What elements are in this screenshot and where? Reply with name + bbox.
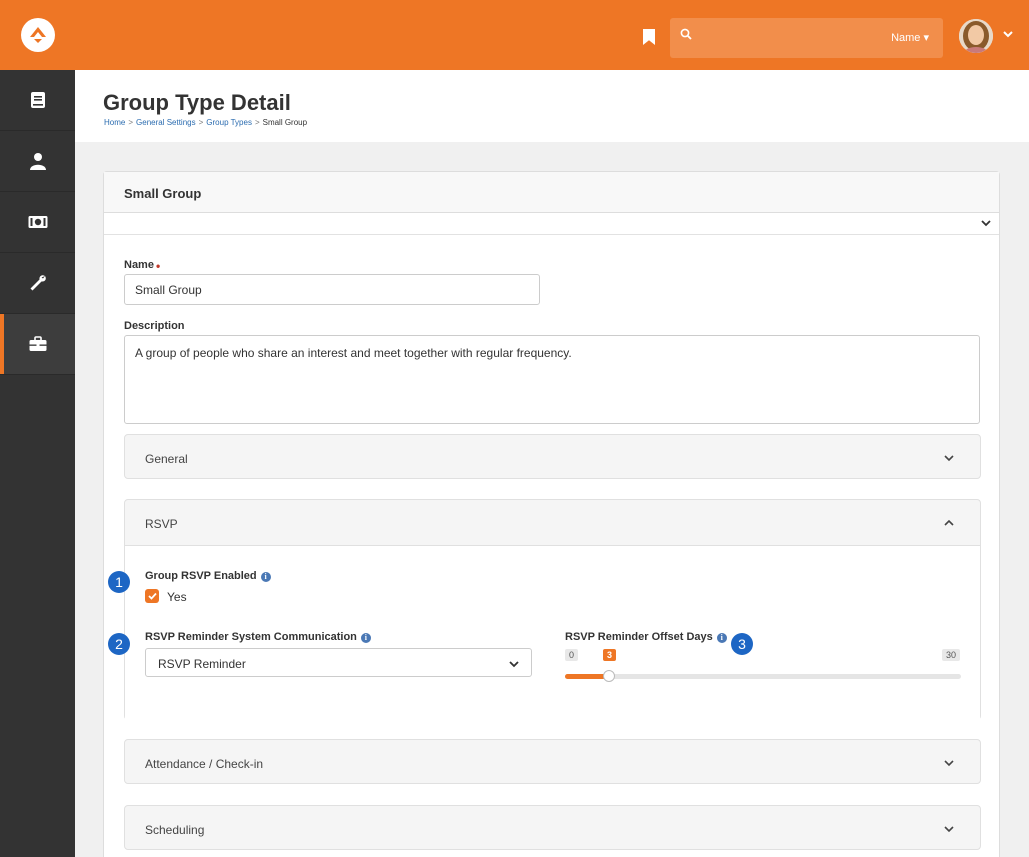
briefcase-icon: [29, 336, 46, 351]
rsvp-enabled-checkbox[interactable]: [145, 589, 159, 603]
callout-1: 1: [108, 571, 130, 593]
breadcrumb-home[interactable]: Home: [104, 118, 125, 127]
money-icon: [28, 216, 47, 228]
reminder-comm-label: RSVP Reminder System Communication i: [145, 631, 371, 643]
page-title: Group Type Detail: [103, 90, 291, 115]
slider-handle[interactable]: [603, 670, 615, 682]
rsvp-enabled-label: Group RSVP Enabled i: [145, 570, 271, 582]
required-indicator: •: [155, 259, 161, 273]
rock-logo[interactable]: [0, 0, 75, 70]
section-attendance-title: Attendance / Check-in: [145, 757, 264, 771]
sidebar-item-finance[interactable]: [0, 192, 75, 253]
name-label: Name •: [124, 259, 161, 273]
breadcrumb-current: Small Group: [262, 118, 308, 127]
info-icon[interactable]: i: [716, 633, 727, 643]
reminder-comm-value: RSVP Reminder: [158, 657, 246, 671]
chevron-down-icon: [944, 760, 954, 767]
chevron-down-icon: [509, 661, 519, 668]
sidebar-item-books[interactable]: [0, 70, 75, 131]
name-field[interactable]: [124, 274, 540, 305]
callout-3: 3: [731, 633, 753, 655]
sidebar: [0, 70, 75, 857]
section-rsvp-title[interactable]: RSVP: [145, 517, 178, 531]
chevron-down-icon[interactable]: [1003, 30, 1013, 38]
check-icon: [147, 592, 157, 600]
offset-days-label: RSVP Reminder Offset Days i: [565, 631, 727, 643]
sidebar-item-admin[interactable]: [0, 314, 75, 375]
section-scheduling-title: Scheduling: [145, 823, 205, 837]
section-rsvp: RSVP Group RSVP Enabled i Yes RSVP Remind…: [124, 499, 981, 720]
sidebar-item-people[interactable]: [0, 131, 75, 192]
chevron-down-icon: [944, 826, 954, 833]
chevron-down-icon: [944, 455, 954, 462]
slider-max-label: 30: [942, 649, 961, 661]
breadcrumb-group-types[interactable]: Group Types: [206, 118, 252, 127]
section-general-title: General: [145, 452, 188, 466]
page-header: Group Type Detail Home > General Settings >…: [75, 70, 1029, 142]
search-filter-dropdown[interactable]: Name ▾: [891, 31, 929, 44]
top-bar: Name ▾: [0, 0, 1029, 70]
logo-icon: [20, 18, 55, 52]
book-icon: [30, 92, 45, 108]
panel-collapse-bar[interactable]: [104, 213, 999, 235]
slider-min-label: 0: [565, 649, 579, 661]
rsvp-body: Group RSVP Enabled i Yes RSVP Reminder Sy…: [125, 545, 980, 720]
chevron-down-icon: [981, 220, 991, 227]
wrench-icon: [30, 275, 46, 291]
sidebar-item-tools[interactable]: [0, 253, 75, 314]
description-field[interactable]: A group of people who share an interest …: [124, 335, 980, 424]
section-general[interactable]: General: [124, 434, 981, 479]
rsvp-enabled-option[interactable]: Yes: [167, 590, 187, 604]
breadcrumb-general-settings[interactable]: General Settings: [136, 118, 196, 127]
info-icon[interactable]: i: [360, 633, 371, 643]
panel-heading: Small Group: [104, 172, 999, 213]
search-filter-label: Name: [891, 32, 921, 44]
reminder-comm-select[interactable]: RSVP Reminder: [145, 648, 532, 677]
search-bar[interactable]: Name ▾: [670, 18, 943, 58]
slider-value-label: 3: [603, 649, 617, 661]
breadcrumb: Home > General Settings > Group Types > Small …: [104, 118, 308, 127]
group-type-panel: Small Group Name• Description A group of…: [103, 171, 1000, 857]
avatar[interactable]: [959, 19, 993, 53]
bookmark-icon[interactable]: [643, 29, 655, 45]
info-icon[interactable]: i: [260, 572, 271, 582]
description-label: Description: [124, 320, 185, 332]
search-icon: [680, 28, 692, 40]
chevron-up-icon[interactable]: [944, 519, 954, 527]
offset-days-slider[interactable]: [565, 674, 961, 679]
callout-2: 2: [108, 633, 130, 655]
section-scheduling[interactable]: Scheduling: [124, 805, 981, 850]
section-attendance[interactable]: Attendance / Check-in: [124, 739, 981, 784]
person-icon: [29, 153, 46, 170]
